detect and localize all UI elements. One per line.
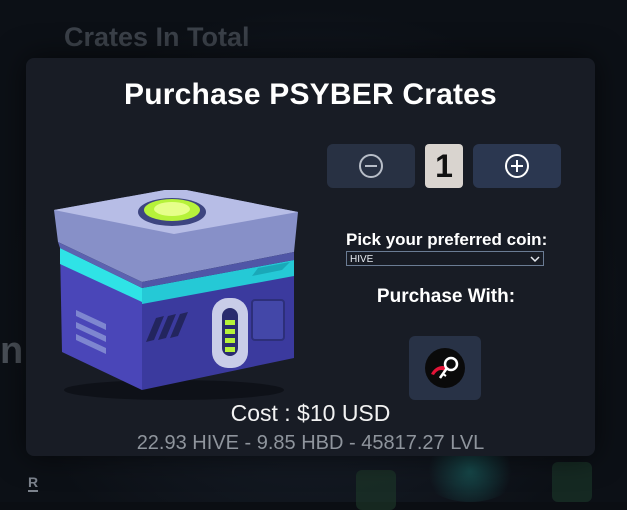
modal-title: Purchase PSYBER Crates bbox=[124, 78, 497, 111]
coin-select-value: HIVE bbox=[350, 254, 374, 265]
price-breakdown: 22.93 HIVE - 9.85 HBD - 45817.27 LVL bbox=[136, 432, 485, 454]
pick-coin-label: Pick your preferred coin: bbox=[346, 230, 548, 249]
chevron-down-icon bbox=[530, 256, 540, 263]
quantity-stepper: 1 bbox=[327, 144, 561, 188]
background-tab[interactable]: R bbox=[28, 474, 39, 492]
coin-select[interactable]: HIVE bbox=[346, 251, 544, 266]
plus-circle-icon bbox=[505, 154, 529, 178]
quantity-value: 1 bbox=[425, 144, 463, 188]
increase-quantity-button[interactable] bbox=[473, 144, 561, 188]
decrease-quantity-button[interactable] bbox=[327, 144, 415, 188]
background-item bbox=[552, 462, 592, 502]
purchase-modal: Purchase PSYBER Crates 1 Pick your prefe… bbox=[26, 58, 595, 456]
minus-circle-icon bbox=[359, 154, 383, 178]
cost-text: Cost : $10 USD bbox=[230, 400, 391, 426]
hive-keychain-icon bbox=[425, 348, 465, 388]
hive-keychain-button[interactable] bbox=[409, 336, 481, 400]
crate-image bbox=[54, 190, 298, 400]
background-heading: Crates In Total bbox=[64, 22, 250, 52]
background-partial-text: n bbox=[0, 330, 24, 372]
background-item bbox=[356, 470, 396, 510]
purchase-with-label: Purchase With: bbox=[376, 286, 516, 307]
